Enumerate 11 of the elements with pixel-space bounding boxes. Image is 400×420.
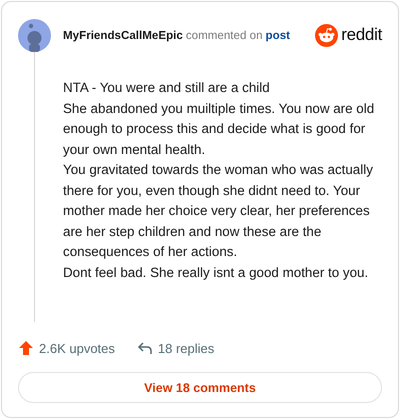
comment-text: NTA - You were and still are a child <box>63 79 271 97</box>
username[interactable]: MyFriendsCallMeEpic <box>63 28 183 42</box>
reply-count: 18 replies <box>158 340 214 356</box>
post-link[interactable]: post <box>266 28 290 42</box>
comment-text: You gravitated towards the woman who was actually there for you, even though she didnt need to. Your mother made her choice very clear, her preferences are her step children and now these are the consequences of her actions. <box>63 161 374 261</box>
action-text: commented on <box>186 28 263 42</box>
view-comments-button[interactable]: View 18 comments <box>18 372 382 403</box>
upvote-count: 2.6K upvotes <box>39 340 115 356</box>
comment-text: Dont feel bad. She really isnt a good mother to you. <box>63 264 370 282</box>
brand-name: reddit <box>341 25 382 45</box>
comment-text: She abandoned you muiltiple times. You now are old enough to process this and decide what is good for your own mental health. <box>63 100 376 159</box>
